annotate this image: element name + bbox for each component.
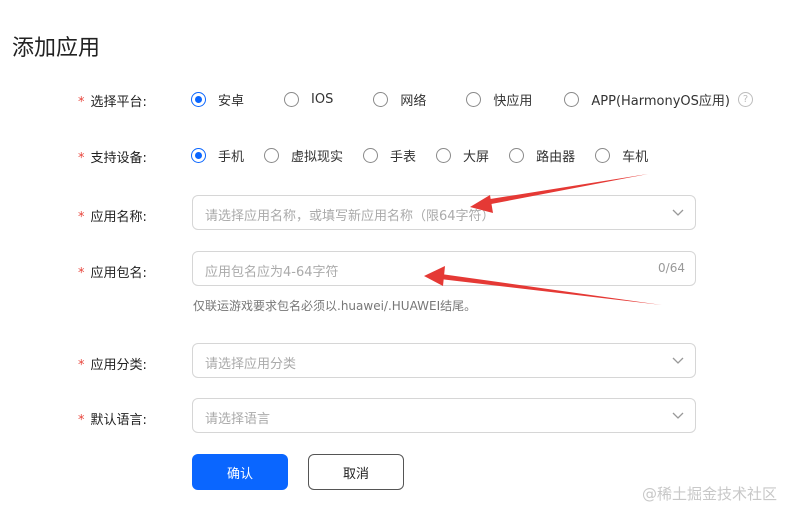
annotation-arrow bbox=[470, 174, 648, 213]
annotation-arrow bbox=[424, 266, 662, 305]
annotation-arrows bbox=[424, 174, 662, 305]
